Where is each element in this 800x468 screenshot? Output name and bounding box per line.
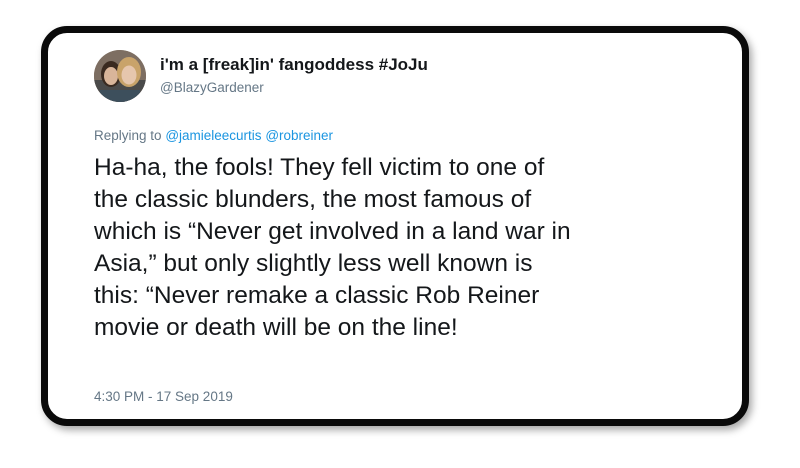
user-handle[interactable]: @BlazyGardener xyxy=(160,79,428,97)
avatar-photo-icon xyxy=(94,50,146,102)
tweet-card: i'm a [freak]in' fangoddess #JoJu @Blazy… xyxy=(41,26,749,426)
tweet-text-line: Asia,” but only slightly less well known… xyxy=(94,250,533,277)
tweet-text-line: movie or death will be on the line! xyxy=(94,314,458,341)
mention-link-jamieleecurtis[interactable]: @jamieleecurtis xyxy=(165,128,261,143)
display-name[interactable]: i'm a [freak]in' fangoddess #JoJu xyxy=(160,55,428,75)
tweet-text-line: this: “Never remake a classic Rob Reiner xyxy=(94,282,540,309)
author-names: i'm a [freak]in' fangoddess #JoJu @Blazy… xyxy=(160,55,428,97)
replying-to-line: Replying to @jamieleecurtis @robreiner xyxy=(94,128,333,143)
tweet-text-line: Ha-ha, the fools! They fell victim to on… xyxy=(94,154,545,181)
replying-to-label: Replying to xyxy=(94,128,162,143)
mention-link-robreiner[interactable]: @robreiner xyxy=(265,128,333,143)
tweet-body: Ha-ha, the fools! They fell victim to on… xyxy=(94,152,714,344)
avatar[interactable] xyxy=(94,50,146,102)
screenshot-stage: i'm a [freak]in' fangoddess #JoJu @Blazy… xyxy=(0,0,800,468)
tweet-text-line: which is “Never get involved in a land w… xyxy=(94,218,571,245)
tweet-timestamp[interactable]: 4:30 PM - 17 Sep 2019 xyxy=(94,389,233,404)
tweet-header: i'm a [freak]in' fangoddess #JoJu @Blazy… xyxy=(94,50,428,102)
tweet-text-line: the classic blunders, the most famous of xyxy=(94,186,532,213)
